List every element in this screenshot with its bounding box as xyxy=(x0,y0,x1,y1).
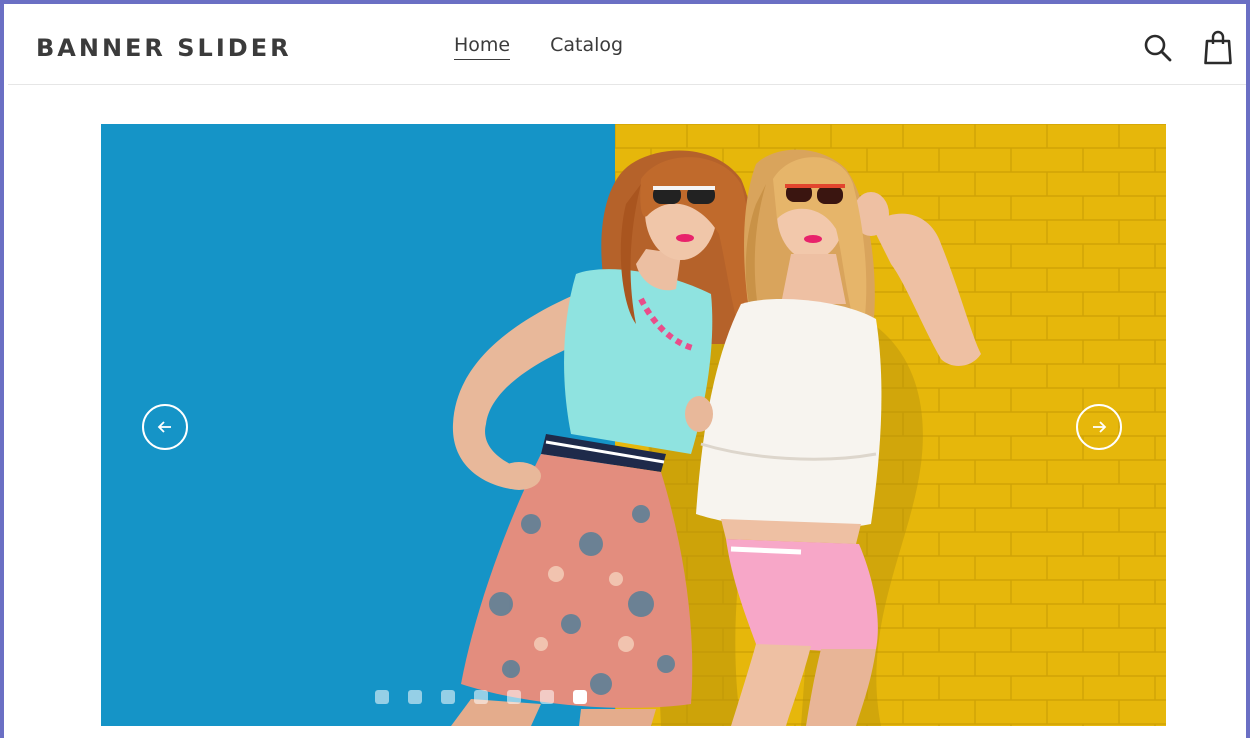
cart-button[interactable] xyxy=(1202,30,1234,66)
header-icons xyxy=(1142,30,1234,66)
slider-dot-3[interactable] xyxy=(441,690,455,704)
nav-home-link[interactable]: Home xyxy=(454,34,511,60)
slider-dot-5[interactable] xyxy=(507,690,521,704)
slider-next-button[interactable] xyxy=(1076,404,1122,450)
site-logo[interactable]: BANNER SLIDER xyxy=(36,34,292,62)
slider-dot-2[interactable] xyxy=(408,690,422,704)
browser-frame: BANNER SLIDER Home Catalog xyxy=(0,0,1250,738)
arrow-left-icon xyxy=(157,421,171,433)
search-icon xyxy=(1144,34,1172,62)
slider-dot-7[interactable] xyxy=(573,690,587,704)
arrow-right-icon xyxy=(1093,421,1107,433)
search-button[interactable] xyxy=(1142,30,1174,66)
slide-image-models xyxy=(451,149,981,726)
site-header: BANNER SLIDER Home Catalog xyxy=(8,8,1246,85)
cart-icon xyxy=(1204,30,1232,65)
banner-slider xyxy=(101,124,1166,726)
slider-pagination xyxy=(375,690,587,704)
slider-dot-6[interactable] xyxy=(540,690,554,704)
slider-dot-4[interactable] xyxy=(474,690,488,704)
main-nav: Home Catalog xyxy=(454,34,623,60)
slider-prev-button[interactable] xyxy=(142,404,188,450)
slider-dot-1[interactable] xyxy=(375,690,389,704)
nav-catalog-link[interactable]: Catalog xyxy=(550,34,623,60)
